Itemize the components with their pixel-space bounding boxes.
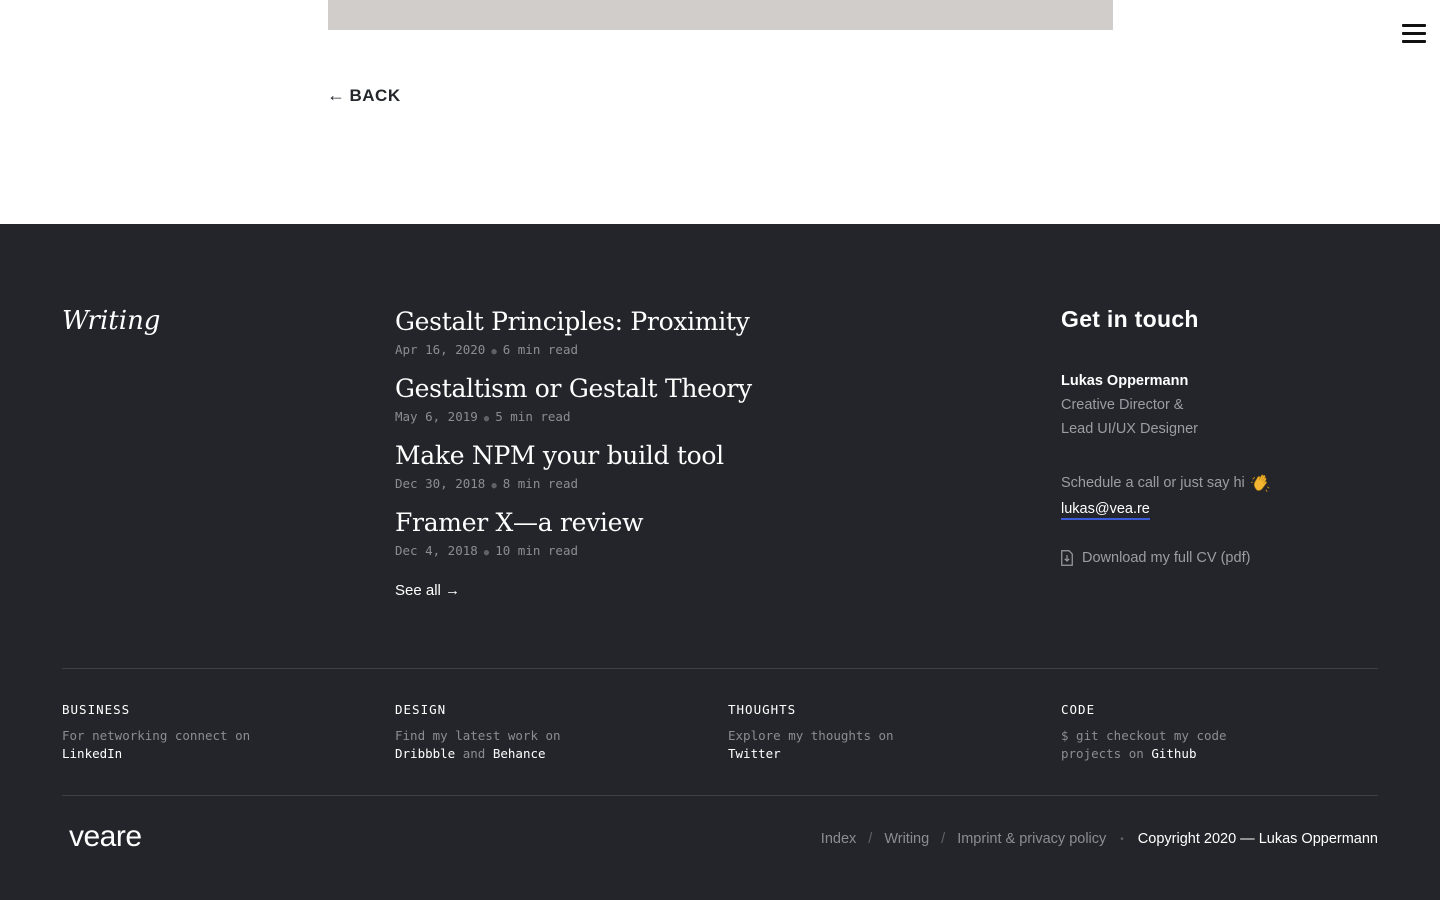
download-cv-label: Download my full CV (pdf) [1082, 550, 1251, 566]
site-footer: Writing Gestalt Principles: Proximity Ap… [0, 224, 1440, 900]
contact-section: Get in touch Lukas Oppermann Creative Di… [1061, 306, 1391, 566]
dot-separator: ● [483, 548, 490, 558]
dot-separator: ● [491, 347, 497, 357]
nav-writing-link[interactable]: Writing [884, 831, 929, 847]
article-read-time: 5 min read [495, 409, 571, 424]
veare-logo[interactable]: veare [69, 820, 142, 854]
bottom-nav: Index / Writing / Imprint & privacy poli… [821, 831, 1378, 847]
business-description: For networking connect on LinkedIn [62, 727, 252, 763]
design-label: DESIGN [395, 702, 447, 717]
article-title[interactable]: Make NPM your build tool [395, 440, 955, 471]
copyright-text: Copyright 2020 — Lukas Oppermann [1137, 831, 1378, 847]
nav-bullet: • [1120, 833, 1124, 845]
article-item[interactable]: Gestaltism or Gestalt Theory May 6, 2019… [395, 373, 955, 424]
thoughts-column: THOUGHTS Explore my thoughts on Twitter [728, 702, 1028, 763]
article-read-time: 6 min read [502, 342, 578, 357]
footer-divider-bottom [62, 795, 1378, 796]
article-meta: Dec 30, 2018 ● 8 min read [395, 476, 955, 491]
nav-separator: / [941, 831, 946, 847]
schedule-label: Schedule a call or just say hi [1061, 475, 1245, 491]
code-text: $ git checkout my code projects on [1061, 728, 1227, 761]
article-item[interactable]: Framer X—a review Dec 4, 2018 ● 10 min rea… [395, 507, 955, 558]
twitter-link[interactable]: Twitter [728, 746, 781, 761]
contact-role-line-1: Creative Director & [1061, 397, 1184, 413]
arrow-left-icon: ← [327, 85, 346, 105]
thoughts-text: Explore my thoughts on [728, 728, 894, 743]
hero-image-placeholder [328, 0, 1113, 30]
article-title[interactable]: Gestaltism or Gestalt Theory [395, 373, 955, 404]
design-column: DESIGN Find my latest work on Dribbble a… [395, 702, 695, 763]
see-all-link[interactable]: See all → [395, 582, 460, 599]
writing-heading: Writing [62, 306, 161, 336]
design-joiner: and [462, 746, 486, 761]
back-label: BACK [349, 85, 401, 105]
article-date: Apr 16, 2020 [395, 342, 486, 357]
download-cv-link[interactable]: Download my full CV (pdf) [1061, 550, 1391, 566]
nav-separator: / [868, 831, 873, 847]
contact-role-line-2: Lead UI/UX Designer [1061, 421, 1199, 437]
article-date: Dec 30, 2018 [395, 476, 486, 491]
thoughts-description: Explore my thoughts on Twitter [728, 727, 918, 763]
code-description: $ git checkout my code projects on Githu… [1061, 727, 1251, 763]
article-title[interactable]: Gestalt Principles: Proximity [395, 306, 955, 337]
document-download-icon [1061, 550, 1073, 566]
code-label: CODE [1061, 702, 1096, 717]
design-text: Find my latest work on [395, 728, 561, 743]
article-read-time: 8 min read [502, 476, 578, 491]
article-item[interactable]: Make NPM your build tool Dec 30, 2018 ● 8 … [395, 440, 955, 491]
waving-hand-icon [1250, 474, 1270, 492]
article-read-time: 10 min read [495, 543, 579, 558]
nav-index-link[interactable]: Index [821, 831, 856, 847]
business-column: BUSINESS For networking connect on Linke… [62, 702, 362, 763]
footer-divider-top [62, 668, 1378, 669]
back-link[interactable]: ← BACK [327, 85, 401, 106]
article-title[interactable]: Framer X—a review [395, 507, 955, 538]
article-meta: Apr 16, 2020 ● 6 min read [395, 342, 955, 357]
article-meta: Dec 4, 2018 ● 10 min read [395, 543, 955, 558]
article-item[interactable]: Gestalt Principles: Proximity Apr 16, 20… [395, 306, 955, 357]
dot-separator: ● [483, 414, 490, 424]
email-link[interactable]: lukas@vea.re [1061, 501, 1150, 520]
nav-imprint-link[interactable]: Imprint & privacy policy [957, 831, 1106, 847]
linkedin-link[interactable]: LinkedIn [62, 746, 122, 761]
github-link[interactable]: Github [1151, 746, 1196, 761]
article-meta: May 6, 2019 ● 5 min read [395, 409, 955, 424]
behance-link[interactable]: Behance [493, 746, 546, 761]
dribbble-link[interactable]: Dribbble [395, 746, 455, 761]
design-description: Find my latest work on Dribbble and Beha… [395, 727, 585, 763]
business-label: BUSINESS [62, 702, 131, 717]
article-date: Dec 4, 2018 [395, 543, 478, 558]
schedule-text: Schedule a call or just say hi [1061, 473, 1391, 493]
business-text: For networking connect on [62, 728, 251, 743]
code-column: CODE $ git checkout my code projects on … [1061, 702, 1361, 763]
contact-heading: Get in touch [1061, 306, 1199, 332]
article-list: Gestalt Principles: Proximity Apr 16, 20… [395, 306, 955, 600]
contact-name: Lukas Oppermann [1061, 373, 1189, 389]
dot-separator: ● [491, 481, 497, 491]
hamburger-menu-icon[interactable] [1402, 24, 1426, 46]
article-date: May 6, 2019 [395, 409, 478, 424]
thoughts-label: THOUGHTS [728, 702, 797, 717]
